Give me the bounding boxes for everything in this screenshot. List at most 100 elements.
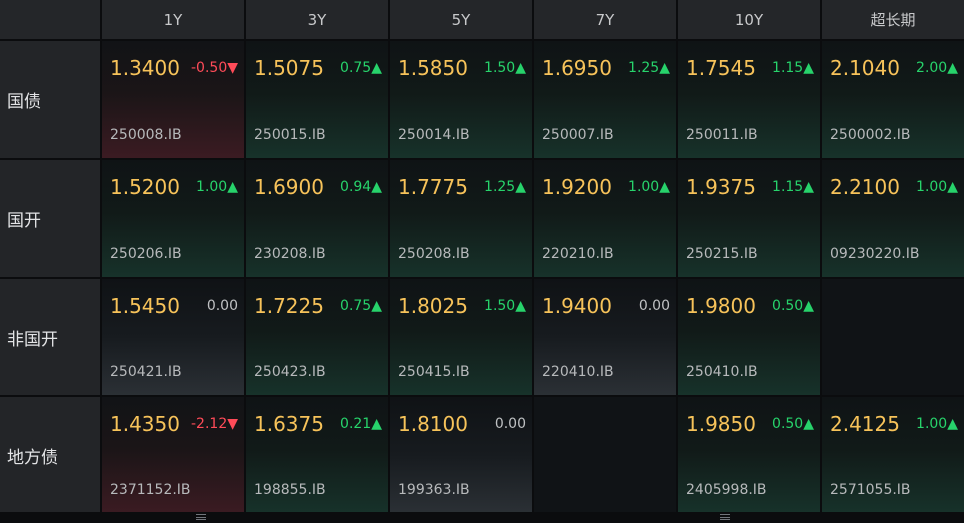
quote-cell[interactable]: 1.5850 1.50▲ 250014.IB	[390, 41, 532, 158]
bond-code: 250410.IB	[686, 364, 758, 380]
rate-change: 1.25▲	[628, 60, 670, 76]
rate-change: 0.50▲	[772, 416, 814, 432]
yield-rate: 1.5200	[110, 175, 180, 199]
bond-code: 250206.IB	[110, 246, 182, 262]
bond-code: 2571055.IB	[830, 482, 911, 498]
bottom-splitter	[0, 512, 964, 523]
quote-cell[interactable]: 1.9375 1.15▲ 250215.IB	[678, 160, 820, 277]
yield-rate: 2.2100	[830, 175, 900, 199]
quote-cell[interactable]: 1.5075 0.75▲ 250015.IB	[246, 41, 388, 158]
bond-code: 250015.IB	[254, 127, 326, 143]
bond-code: 2500002.IB	[830, 127, 911, 143]
rate-change: 1.25▲	[484, 179, 526, 195]
rate-change: 0.75▲	[340, 60, 382, 76]
column-header[interactable]: 1Y	[102, 0, 244, 39]
rate-change: 0.94▲	[340, 179, 382, 195]
yield-rate: 1.5450	[110, 294, 180, 318]
rate-change: 1.00▲	[916, 179, 958, 195]
yield-rate: 1.8100	[398, 412, 468, 436]
column-header[interactable]: 10Y	[678, 0, 820, 39]
resize-grip-icon[interactable]	[720, 514, 730, 520]
quote-cell[interactable]: 1.9200 1.00▲ 220210.IB	[534, 160, 676, 277]
quote-cell[interactable]: 1.6375 0.21▲ 198855.IB	[246, 397, 388, 513]
quote-cell[interactable]: 1.9400 0.00 220410.IB	[534, 279, 676, 395]
quote-cell[interactable]: 1.4350 -2.12▼ 2371152.IB	[102, 397, 244, 513]
quote-cell[interactable]: 1.6950 1.25▲ 250007.IB	[534, 41, 676, 158]
yield-rate: 1.9850	[686, 412, 756, 436]
yield-rate: 2.1040	[830, 56, 900, 80]
yield-rate: 1.6950	[542, 56, 612, 80]
bond-code: 230208.IB	[254, 246, 326, 262]
column-header[interactable]: 7Y	[534, 0, 676, 39]
rate-change: -0.50▼	[191, 60, 238, 76]
column-header[interactable]: 超长期	[822, 0, 964, 39]
quote-cell[interactable]: 1.7775 1.25▲ 250208.IB	[390, 160, 532, 277]
rate-change: 1.00▲	[196, 179, 238, 195]
column-header[interactable]: 5Y	[390, 0, 532, 39]
yield-rate: 1.8025	[398, 294, 468, 318]
rate-change: 0.21▲	[340, 416, 382, 432]
column-header[interactable]: 3Y	[246, 0, 388, 39]
rate-change: 0.75▲	[340, 298, 382, 314]
row-header: 国开	[0, 160, 100, 277]
quote-cell[interactable]: 1.8100 0.00 199363.IB	[390, 397, 532, 513]
quote-cell[interactable]: 1.9850 0.50▲ 2405998.IB	[678, 397, 820, 513]
quote-cell[interactable]: 1.5450 0.00 250421.IB	[102, 279, 244, 395]
bond-code: 250415.IB	[398, 364, 470, 380]
empty-cell	[534, 397, 676, 513]
yield-rate: 1.7545	[686, 56, 756, 80]
bond-code: 250011.IB	[686, 127, 758, 143]
bond-code: 198855.IB	[254, 482, 326, 498]
quote-cell[interactable]: 1.9800 0.50▲ 250410.IB	[678, 279, 820, 395]
quote-cell[interactable]: 1.8025 1.50▲ 250415.IB	[390, 279, 532, 395]
bond-code: 250421.IB	[110, 364, 182, 380]
header-corner	[0, 0, 100, 39]
quote-cell[interactable]: 2.4125 1.00▲ 2571055.IB	[822, 397, 964, 513]
bond-code: 220210.IB	[542, 246, 614, 262]
rate-change: 1.50▲	[484, 60, 526, 76]
yield-rate: 2.4125	[830, 412, 900, 436]
yield-rate: 1.4350	[110, 412, 180, 436]
yield-rate: 1.5075	[254, 56, 324, 80]
bond-code: 2371152.IB	[110, 482, 191, 498]
rate-change: 1.50▲	[484, 298, 526, 314]
yield-rate: 1.5850	[398, 56, 468, 80]
quote-cell[interactable]: 1.5200 1.00▲ 250206.IB	[102, 160, 244, 277]
rate-change: 1.15▲	[772, 60, 814, 76]
yield-rate: 1.9800	[686, 294, 756, 318]
quote-cell[interactable]: 1.3400 -0.50▼ 250008.IB	[102, 41, 244, 158]
yield-rate: 1.9400	[542, 294, 612, 318]
resize-grip-icon[interactable]	[196, 514, 206, 520]
bond-code: 09230220.IB	[830, 246, 920, 262]
bond-code: 250208.IB	[398, 246, 470, 262]
quote-cell[interactable]: 2.1040 2.00▲ 2500002.IB	[822, 41, 964, 158]
bond-code: 250423.IB	[254, 364, 326, 380]
quote-cell[interactable]: 1.7545 1.15▲ 250011.IB	[678, 41, 820, 158]
rate-change: 1.00▲	[628, 179, 670, 195]
bond-code: 250014.IB	[398, 127, 470, 143]
bond-code: 199363.IB	[398, 482, 470, 498]
yield-rate: 1.7775	[398, 175, 468, 199]
yield-rate: 1.6900	[254, 175, 324, 199]
bond-code: 250215.IB	[686, 246, 758, 262]
quote-cell[interactable]: 1.6900 0.94▲ 230208.IB	[246, 160, 388, 277]
rate-change: 1.00▲	[916, 416, 958, 432]
bond-code: 250007.IB	[542, 127, 614, 143]
quote-cell[interactable]: 1.7225 0.75▲ 250423.IB	[246, 279, 388, 395]
rate-change: 0.00	[206, 298, 238, 314]
yield-rate: 1.9200	[542, 175, 612, 199]
rate-change: 2.00▲	[916, 60, 958, 76]
rate-change: 0.00	[494, 416, 526, 432]
row-header: 国债	[0, 41, 100, 158]
rate-change: 0.50▲	[772, 298, 814, 314]
rate-change: 1.15▲	[772, 179, 814, 195]
yield-rate: 1.3400	[110, 56, 180, 80]
row-header: 非国开	[0, 279, 100, 395]
yield-rate: 1.7225	[254, 294, 324, 318]
yield-rate: 1.6375	[254, 412, 324, 436]
yield-matrix: 1Y 3Y 5Y 7Y 10Y 超长期 国债 1.3400 -0.50▼ 250008.IB 1.5…	[0, 0, 964, 523]
rate-change: 0.00	[638, 298, 670, 314]
bond-code: 2405998.IB	[686, 482, 767, 498]
bond-code: 220410.IB	[542, 364, 614, 380]
quote-cell[interactable]: 2.2100 1.00▲ 09230220.IB	[822, 160, 964, 277]
